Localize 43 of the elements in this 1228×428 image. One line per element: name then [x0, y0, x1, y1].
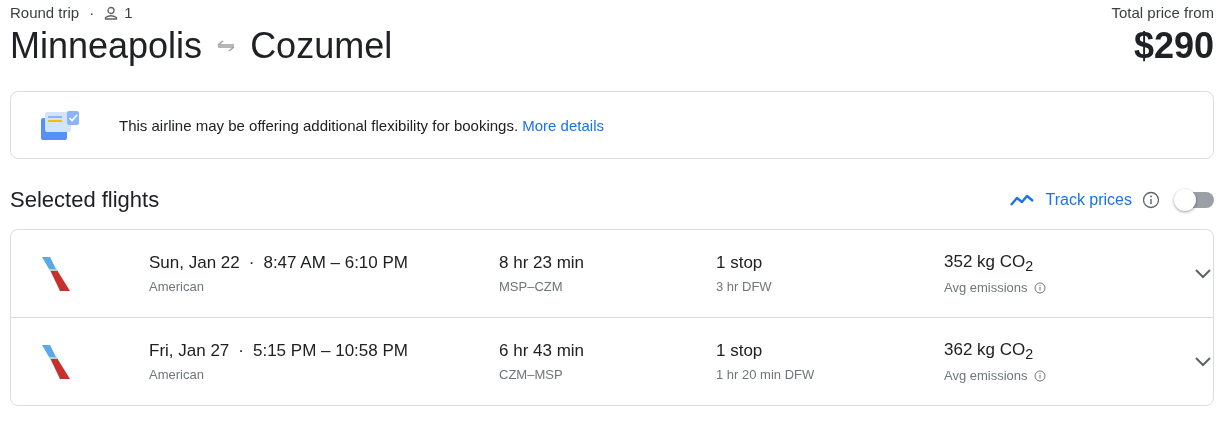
emissions-label: Avg emissions [944, 280, 1028, 296]
total-price: $290 [1132, 25, 1214, 67]
chevron-icon[interactable] [1194, 267, 1212, 280]
chevron-icon[interactable] [1194, 355, 1212, 368]
track-prices-label[interactable]: Track prices [1045, 191, 1132, 209]
flight-date: Sun, Jan 22 [149, 253, 240, 272]
separator: · [89, 4, 95, 21]
tail-fin-icon [41, 343, 71, 380]
flight-duration: 6 hr 43 min [499, 341, 586, 361]
airport-route: CZM–MSP [499, 367, 564, 382]
info-icon[interactable] [1033, 281, 1046, 294]
person-icon [104, 5, 119, 20]
stop-count: 1 stop [716, 253, 764, 273]
airport-route: MSP–CZM [499, 279, 564, 294]
origin-city: Minneapolis [10, 25, 203, 67]
flight-row[interactable]: Fri, Jan 27 · 5:15 PM – 10:58 PM American 6 hr 43 min CZM–MSP 1 stop 1 hr 20 min DFW 362 kg CO$_{2}$ Avg emissions [11, 317, 1213, 405]
flight-times: 5:15 PM – 10:58 PM [253, 341, 408, 360]
stop-count: 1 stop [716, 341, 764, 361]
layover-info: 1 hr 20 min DFW [716, 367, 816, 382]
separator: · [248, 253, 255, 272]
emissions-label: Avg emissions [944, 368, 1028, 384]
trend-line-icon [1009, 193, 1036, 207]
layover-info: 3 hr DFW [716, 279, 773, 294]
airline-name: American [149, 279, 205, 294]
info-icon[interactable] [1142, 191, 1160, 209]
passenger-count: 1 [124, 4, 133, 21]
flight-duration: 8 hr 23 min [499, 253, 586, 273]
emissions-value: 362 kg CO$_{2}$ [944, 339, 1035, 363]
destination-city: Cozumel [250, 25, 393, 67]
trip-type: Round trip [10, 4, 80, 21]
section-title: Selected flights [10, 187, 160, 213]
info-icon[interactable] [1033, 369, 1046, 382]
emissions-value: 352 kg CO$_{2}$ [944, 251, 1035, 275]
price-label: Total price from [1111, 4, 1214, 21]
banner-message: This airline may be offering additional flexibility for bookings. More details [119, 116, 604, 134]
ticket-icon [39, 108, 81, 142]
flight-row[interactable]: Sun, Jan 22 · 8:47 AM – 6:10 PM American 8 hr 23 min MSP–CZM 1 stop 3 hr DFW 352 kg CO$_{2}$ Avg emissions [11, 230, 1213, 317]
separator: · [238, 341, 244, 360]
more-details-link[interactable]: More details [522, 116, 604, 134]
flight-date: Fri, Jan 27 [149, 341, 230, 360]
flight-times: 8:47 AM – 6:10 PM [263, 253, 408, 272]
tail-fin-icon [41, 255, 71, 292]
airline-name: American [149, 367, 205, 382]
